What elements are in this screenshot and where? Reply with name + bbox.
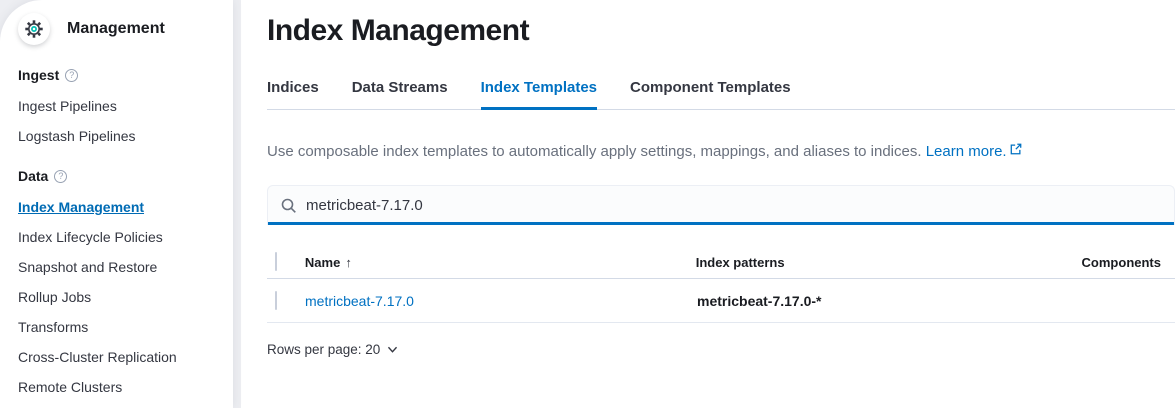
tab-data-streams[interactable]: Data Streams <box>352 79 448 109</box>
section-heading-label: Ingest <box>18 67 59 83</box>
sidebar-item-cross-cluster-replication[interactable]: Cross-Cluster Replication <box>18 349 217 365</box>
sidebar-section-data: Data ? Index Management Index Lifecycle … <box>18 168 217 395</box>
search-input[interactable] <box>306 186 1174 225</box>
select-all-checkbox[interactable] <box>275 252 277 271</box>
templates-description: Use composable index templates to automa… <box>267 142 1175 160</box>
management-sidebar: Management Ingest ? Ingest Pipelines Log… <box>0 0 233 408</box>
section-heading-ingest: Ingest ? <box>18 67 217 83</box>
description-text: Use composable index templates to automa… <box>267 143 922 160</box>
sidebar-item-transforms[interactable]: Transforms <box>18 319 217 335</box>
tab-component-templates[interactable]: Component Templates <box>630 79 791 109</box>
chevron-down-icon <box>387 345 398 354</box>
table-header-row: Name ↑ Index patterns Components <box>267 246 1175 279</box>
column-header-index-patterns: Index patterns <box>696 255 1082 270</box>
table-row: metricbeat-7.17.0 metricbeat-7.17.0-* <box>267 279 1175 323</box>
sidebar-item-remote-clusters[interactable]: Remote Clusters <box>18 379 217 395</box>
index-patterns-value: metricbeat-7.17.0-* <box>697 293 1084 309</box>
tab-index-templates[interactable]: Index Templates <box>481 79 597 109</box>
sidebar-item-index-management[interactable]: Index Management <box>18 199 217 215</box>
learn-more-link[interactable]: Learn more. <box>926 143 1022 160</box>
external-link-icon <box>1010 142 1022 159</box>
section-heading-label: Data <box>18 168 48 184</box>
page-title: Index Management <box>267 14 1175 48</box>
management-gear-avatar <box>18 13 50 45</box>
tab-bar: Indices Data Streams Index Templates Com… <box>267 79 1175 110</box>
column-header-name[interactable]: Name ↑ <box>305 255 696 270</box>
rows-per-page-label: Rows per page: 20 <box>267 342 380 357</box>
tab-indices[interactable]: Indices <box>267 79 319 109</box>
index-management-page: Index Management Indices Data Streams In… <box>241 0 1175 408</box>
learn-more-label: Learn more. <box>926 143 1007 160</box>
help-icon[interactable]: ? <box>65 69 78 82</box>
template-name-link[interactable]: metricbeat-7.17.0 <box>305 293 697 309</box>
gear-icon <box>24 19 44 39</box>
rows-per-page-button[interactable]: Rows per page: 20 <box>267 342 398 357</box>
sidebar-item-snapshot-and-restore[interactable]: Snapshot and Restore <box>18 259 217 275</box>
help-icon[interactable]: ? <box>54 170 67 183</box>
search-icon <box>281 198 297 214</box>
sidebar-item-logstash-pipelines[interactable]: Logstash Pipelines <box>18 128 217 144</box>
row-checkbox[interactable] <box>275 291 277 310</box>
column-header-label: Name <box>305 255 340 270</box>
sidebar-item-index-lifecycle-policies[interactable]: Index Lifecycle Policies <box>18 229 217 245</box>
index-templates-table: Name ↑ Index patterns Components metricbe… <box>267 246 1175 323</box>
sidebar-header: Management <box>18 13 217 45</box>
sort-ascending-arrow-icon: ↑ <box>345 255 352 270</box>
sidebar-title: Management <box>67 20 165 38</box>
sidebar-section-ingest: Ingest ? Ingest Pipelines Logstash Pipel… <box>18 67 217 144</box>
sidebar-item-rollup-jobs[interactable]: Rollup Jobs <box>18 289 217 305</box>
section-heading-data: Data ? <box>18 168 217 184</box>
template-search-bar <box>267 185 1175 225</box>
column-header-components: Components <box>1082 255 1175 270</box>
sidebar-item-ingest-pipelines[interactable]: Ingest Pipelines <box>18 98 217 114</box>
